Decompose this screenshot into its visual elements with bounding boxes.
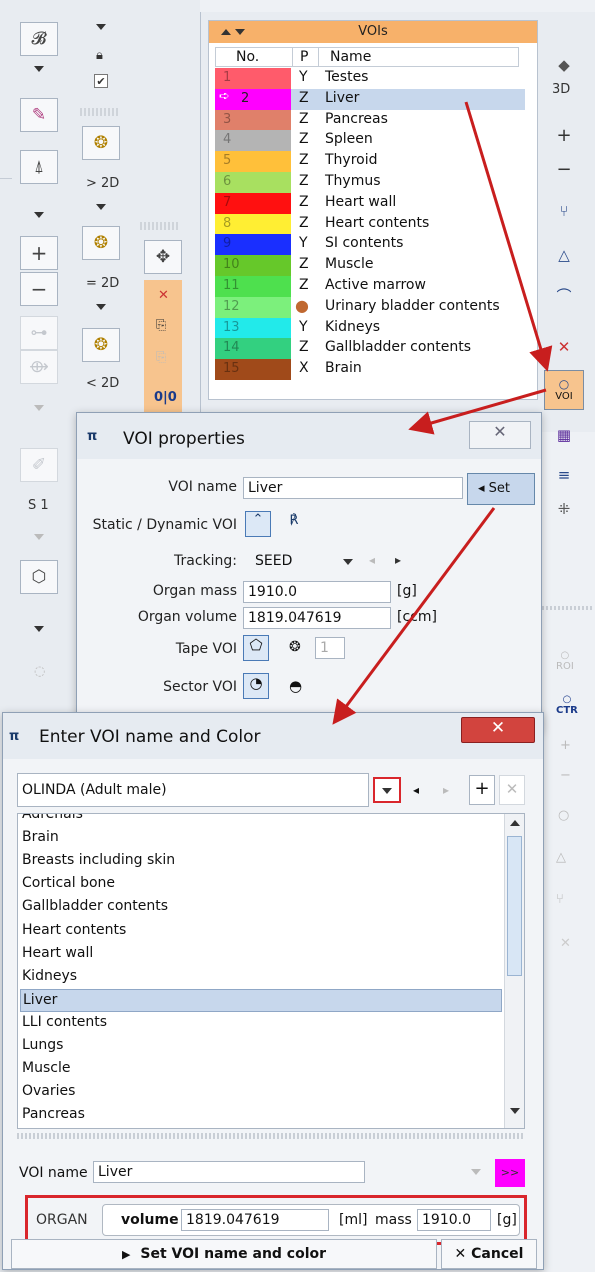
arrow-voi-button-to-dialog: [408, 388, 547, 435]
arrow-liver-to-voi-button: [464, 101, 553, 372]
annotation-arrows: [332, 101, 553, 725]
arrow-set-to-enter-dialog: [332, 507, 496, 725]
